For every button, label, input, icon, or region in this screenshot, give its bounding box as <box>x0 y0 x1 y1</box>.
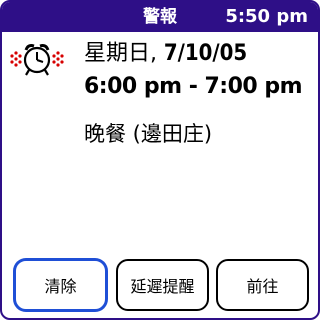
clear-button-label: 清除 <box>44 277 77 296</box>
event-title: 晚餐 (邊田庄) <box>84 122 213 146</box>
dialog-title: 警報 <box>143 7 177 27</box>
alarm-dialog: 警報 5:50 pm 星期日, 7/10/05 6:00 pm - 7:00 p… <box>0 0 320 320</box>
clock-time: 5:50 pm <box>225 6 308 27</box>
alarm-clock-icon <box>10 44 64 76</box>
snooze-button-label: 延遲提醒 <box>130 277 195 296</box>
event-date-value: 7/10/05 <box>157 41 248 66</box>
event-weekday: 星期日, <box>84 41 157 66</box>
title-bar: 警報 5:50 pm <box>2 2 318 32</box>
event-date: 星期日, 7/10/05 <box>84 40 247 68</box>
snooze-button[interactable]: 延遲提醒 <box>116 259 209 311</box>
clear-button[interactable]: 清除 <box>14 259 107 311</box>
goto-button-label: 前往 <box>246 277 279 296</box>
event-time-range: 6:00 pm - 7:00 pm <box>84 74 303 99</box>
goto-button[interactable]: 前往 <box>216 259 309 311</box>
